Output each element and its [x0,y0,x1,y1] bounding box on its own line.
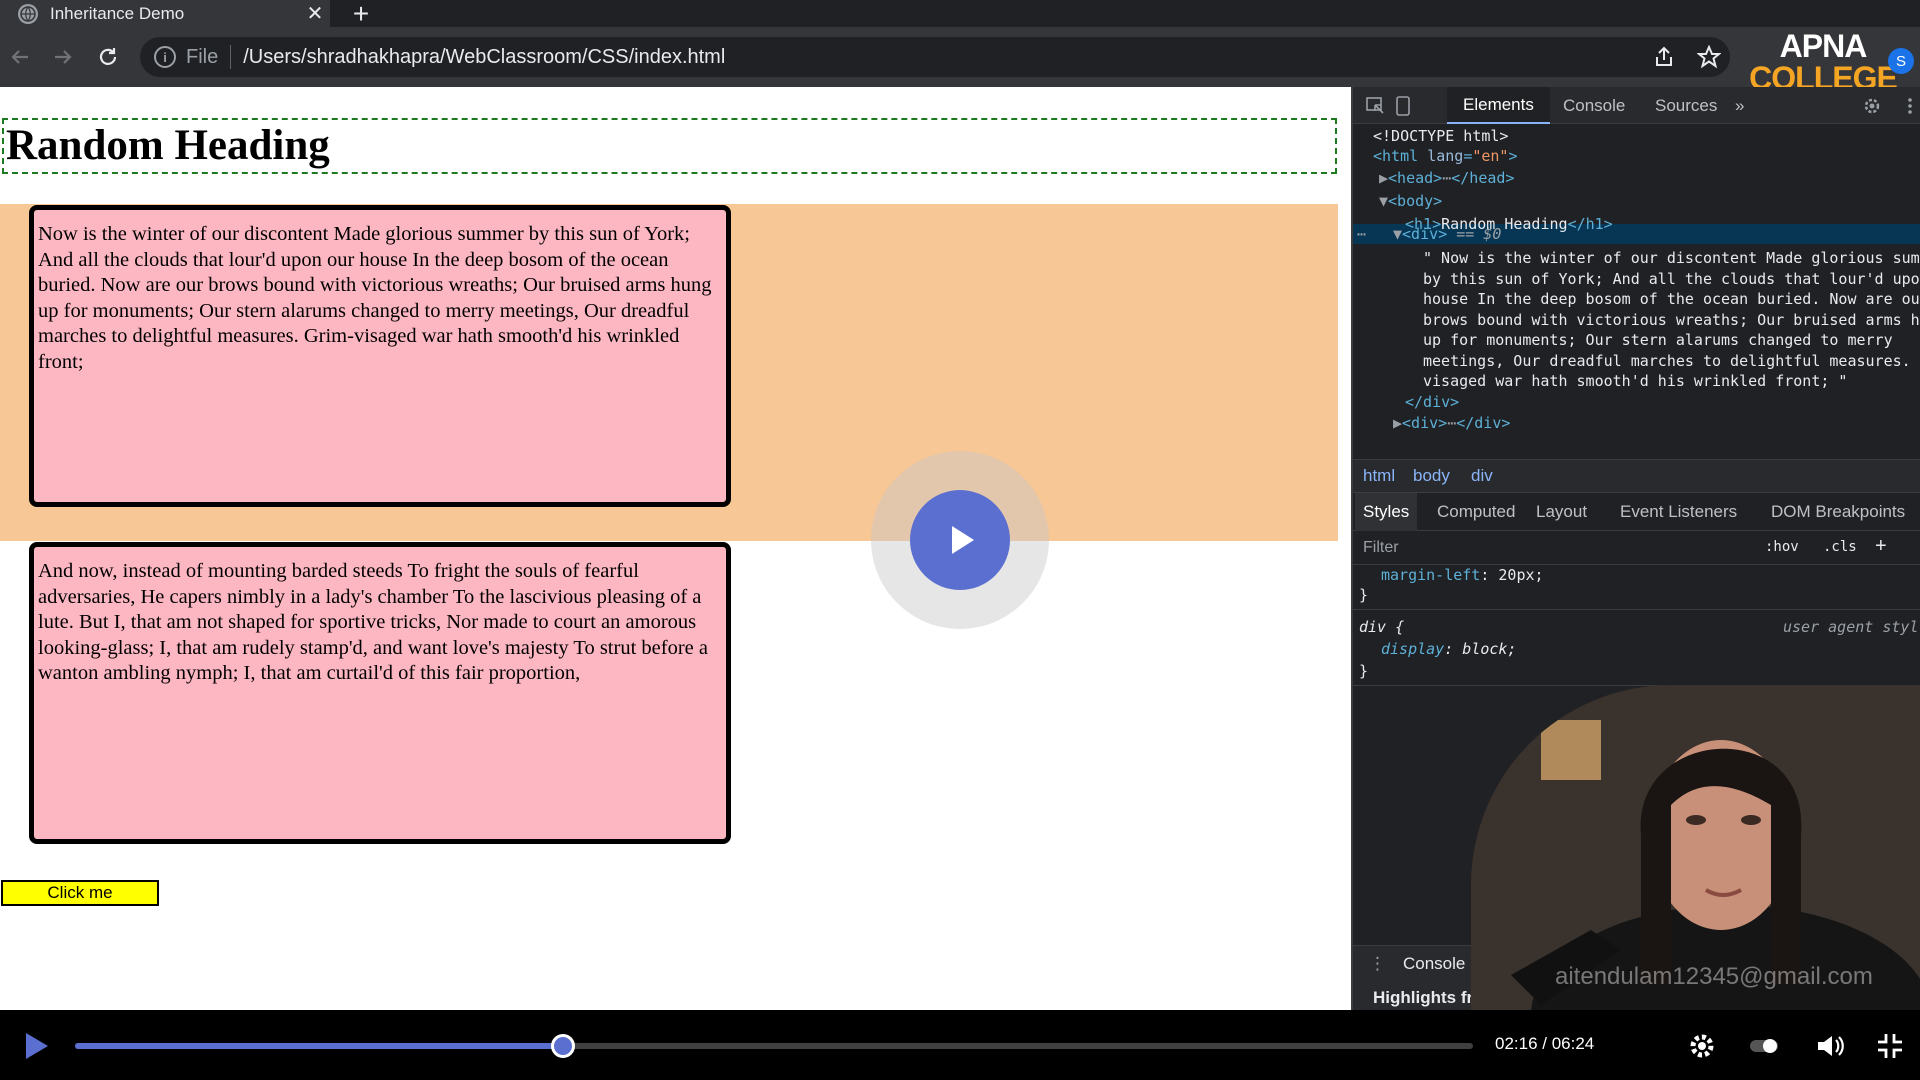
screen: Inheritance Demo ✕ + i File /Users/shrad… [0,0,1920,1080]
email-watermark: aitendulam12345@gmail.com [1555,963,1873,990]
dom-line-body[interactable]: ▼<body> [1379,191,1442,211]
browser-toolbar: i File /Users/shradhakhapra/WebClassroom… [0,27,1920,87]
reload-icon [99,48,117,65]
dom-line-doctype[interactable]: <!DOCTYPE html> [1373,126,1508,146]
drawer-tab-console[interactable]: Console [1403,954,1465,974]
dom-line-div-selected[interactable]: ▼<div> == $0 [1393,224,1501,244]
dom-text-line-6: meetings, Our dreadful marches to deligh… [1423,352,1911,370]
styles-filter-bar: Filter :hov .cls + [1353,531,1920,565]
profile-avatar[interactable]: S [1888,48,1914,74]
play-icon [910,490,1010,590]
reload-button[interactable] [90,39,126,75]
address-bar[interactable]: i File /Users/shradhakhapra/WebClassroom… [140,37,1730,77]
dom-text-line-4: brows bound with victorious wreaths; Our… [1423,311,1920,329]
time-readout: 02:16 / 06:24 [1495,1034,1595,1053]
cls-toggle[interactable]: .cls [1823,539,1857,555]
dom-line-ellipsis[interactable]: ⋯ [1357,224,1366,244]
tab-computed[interactable]: Computed [1429,493,1523,531]
rule-source: user agent styl [1783,618,1919,636]
breadcrumb-html[interactable]: html [1363,466,1395,486]
progress-fill [75,1043,563,1049]
drawer-menu-icon[interactable]: ⋮ [1369,954,1386,974]
tab-console[interactable]: Console [1547,87,1641,124]
page-heading: Random Heading [2,118,1337,174]
dom-line-div2[interactable]: ▶<div>⋯</div> [1393,413,1510,433]
globe-icon [18,3,38,24]
paragraph-box-2: And now, instead of mounting barded stee… [29,542,731,844]
more-tabs-icon[interactable]: » [1719,87,1760,124]
rule-display[interactable]: display: block; [1381,639,1516,659]
tab-event-listeners[interactable]: Event Listeners [1612,493,1745,531]
kebab-menu-icon[interactable] [1899,96,1920,116]
add-rule-icon[interactable]: + [1875,535,1887,558]
browser-tab[interactable]: Inheritance Demo ✕ [0,0,330,27]
device-toggle-icon[interactable] [1393,96,1415,116]
dom-text-line-2: by this sun of York; And all the clouds … [1423,270,1920,288]
breadcrumb-body[interactable]: body [1413,466,1450,486]
apna-college-logo: APNA COLLEGE [1749,28,1898,96]
star-icon[interactable] [1697,45,1721,69]
paragraph-box-1: Now is the winter of our discontent Made… [29,205,731,507]
settings-gear-icon[interactable] [1686,1030,1718,1062]
inspect-icon[interactable] [1365,96,1387,116]
dom-text-line-5: up for monuments; Our stern alarums chan… [1423,331,1893,349]
url-scheme: File [186,45,219,68]
page-viewport: Random Heading Now is the winter of our … [0,87,1351,1010]
url-text: /Users/shradhakhapra/WebClassroom/CSS/in… [243,45,726,68]
tab-elements[interactable]: Elements [1447,87,1550,124]
devtools-tabbar: Elements Console Sources » [1353,87,1920,124]
dom-text-line-1: " Now is the winter of our discontent Ma… [1423,249,1920,267]
omnibox-divider [230,45,232,69]
info-icon[interactable]: i [154,46,176,68]
rule-margin-left[interactable]: margin-left: 20px; [1381,565,1544,585]
arrow-right-icon [55,50,72,64]
new-tab-button[interactable]: + [344,0,378,29]
video-player-controls: 02:16 / 06:24 [0,1010,1920,1080]
rule-selector-div[interactable]: div { [1359,617,1404,637]
forward-button[interactable] [45,39,81,75]
progress-track[interactable] [75,1034,1473,1058]
back-button[interactable] [2,39,38,75]
rule-divider [1353,609,1920,610]
hov-toggle[interactable]: :hov [1765,539,1799,555]
tab-dom-breakpoints[interactable]: DOM Breakpoints [1763,493,1913,531]
click-me-button[interactable]: Click me [1,880,159,906]
video-play-overlay[interactable] [871,451,1049,629]
arrow-left-icon [11,50,28,64]
progress-scrubber[interactable] [550,1034,575,1058]
breadcrumb: html body div [1353,459,1920,493]
tab-styles[interactable]: Styles [1355,493,1418,531]
share-icon[interactable] [1652,45,1676,69]
tab-strip: Inheritance Demo ✕ + [0,0,1920,29]
dom-text-line-3: house In the deep bosom of the ocean bur… [1423,290,1920,308]
dom-line-head[interactable]: ▶<head>⋯</head> [1379,168,1514,188]
dom-tree: <!DOCTYPE html> <html lang="en"> ▶<head>… [1353,126,1920,459]
dom-text-line-7: visaged war hath smooth'd his wrinkled f… [1423,372,1848,390]
volume-icon[interactable] [1814,1030,1846,1062]
tab-title: Inheritance Demo [50,3,185,23]
play-button-icon[interactable] [20,1030,52,1062]
exit-fullscreen-icon[interactable] [1874,1030,1906,1062]
tab-layout[interactable]: Layout [1528,493,1595,531]
styles-tabbar: Styles Computed Layout Event Listeners D… [1353,493,1920,531]
dom-line-div-close[interactable]: </div> [1405,392,1459,412]
autoplay-toggle-icon[interactable] [1748,1030,1780,1062]
rule-close-brace-2: } [1359,662,1369,680]
breadcrumb-div[interactable]: div [1471,466,1493,486]
filter-input[interactable]: Filter [1363,539,1399,557]
rule-close-brace-1: } [1359,586,1369,604]
dom-line-html[interactable]: <html lang="en"> [1373,146,1518,166]
close-icon[interactable]: ✕ [300,0,330,27]
gear-icon[interactable] [1861,96,1883,116]
presenter-webcam [1471,685,1920,1010]
